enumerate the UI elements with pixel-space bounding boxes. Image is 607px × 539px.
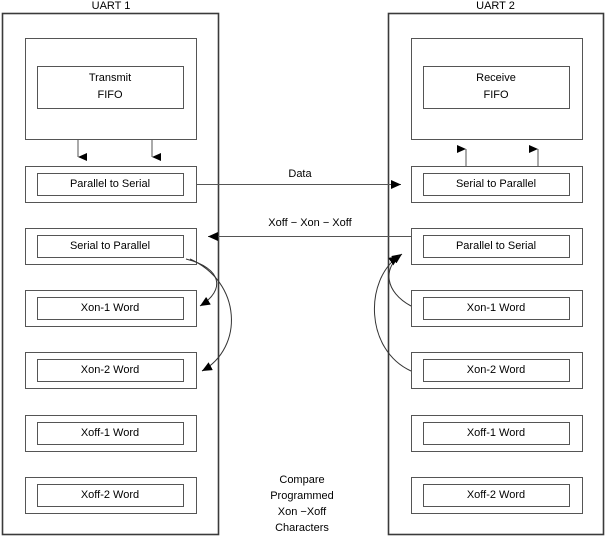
uart2-fifo-label: Receive FIFO: [423, 70, 569, 104]
uart1-fifo-line-1: Transmit: [88, 72, 132, 84]
uart2-serial-to-parallel-label: Serial to Parallel: [455, 178, 537, 190]
uart1-fifo-line-2: FIFO: [97, 89, 123, 101]
compare-note-line-1: Compare: [279, 474, 325, 486]
uart2-xon-1-word-label: Xon-1 Word: [466, 302, 526, 314]
compare-note-line-2: Programmed: [270, 490, 334, 502]
uart1-xon-2-word-label: Xon-2 Word: [80, 364, 140, 376]
uart2-xoff-2-word-label: Xoff-2 Word: [466, 489, 526, 501]
uart1-parallel-to-serial-label: Parallel to Serial: [69, 178, 151, 190]
uart2-xon-2-word-label: Xon-2 Word: [466, 364, 526, 376]
uart2-fifo-line-1: Receive: [476, 72, 516, 84]
uart1-xoff-1-word-label: Xoff-1 Word: [80, 427, 140, 439]
uart1-xoff-2-word-label: Xoff-2 Word: [80, 489, 140, 501]
uart2-parallel-to-serial-label: Parallel to Serial: [455, 240, 537, 252]
compare-note-line-4: Characters: [275, 522, 329, 534]
uart1-serial-to-parallel-label: Serial to Parallel: [69, 240, 151, 252]
compare-note-line-3: Xon −Xoff: [277, 506, 327, 518]
uart2-fifo-line-2: FIFO: [483, 89, 509, 101]
uart-flow-control-diagram: UART 1 UART 2 Transmit FIFO Receive FIFO…: [0, 0, 607, 539]
data-link-label: Data: [288, 168, 312, 180]
uart1-fifo-label: Transmit FIFO: [37, 70, 183, 104]
flow-control-link-label: Xoff − Xon − Xoff: [268, 217, 352, 229]
compare-note: Compare Programmed Xon −Xoff Characters: [232, 472, 372, 536]
uart2-title: UART 2: [476, 0, 515, 12]
uart1-title: UART 1: [91, 0, 131, 12]
uart2-xoff-1-word-label: Xoff-1 Word: [466, 427, 526, 439]
uart1-xon-1-word-label: Xon-1 Word: [80, 302, 140, 314]
